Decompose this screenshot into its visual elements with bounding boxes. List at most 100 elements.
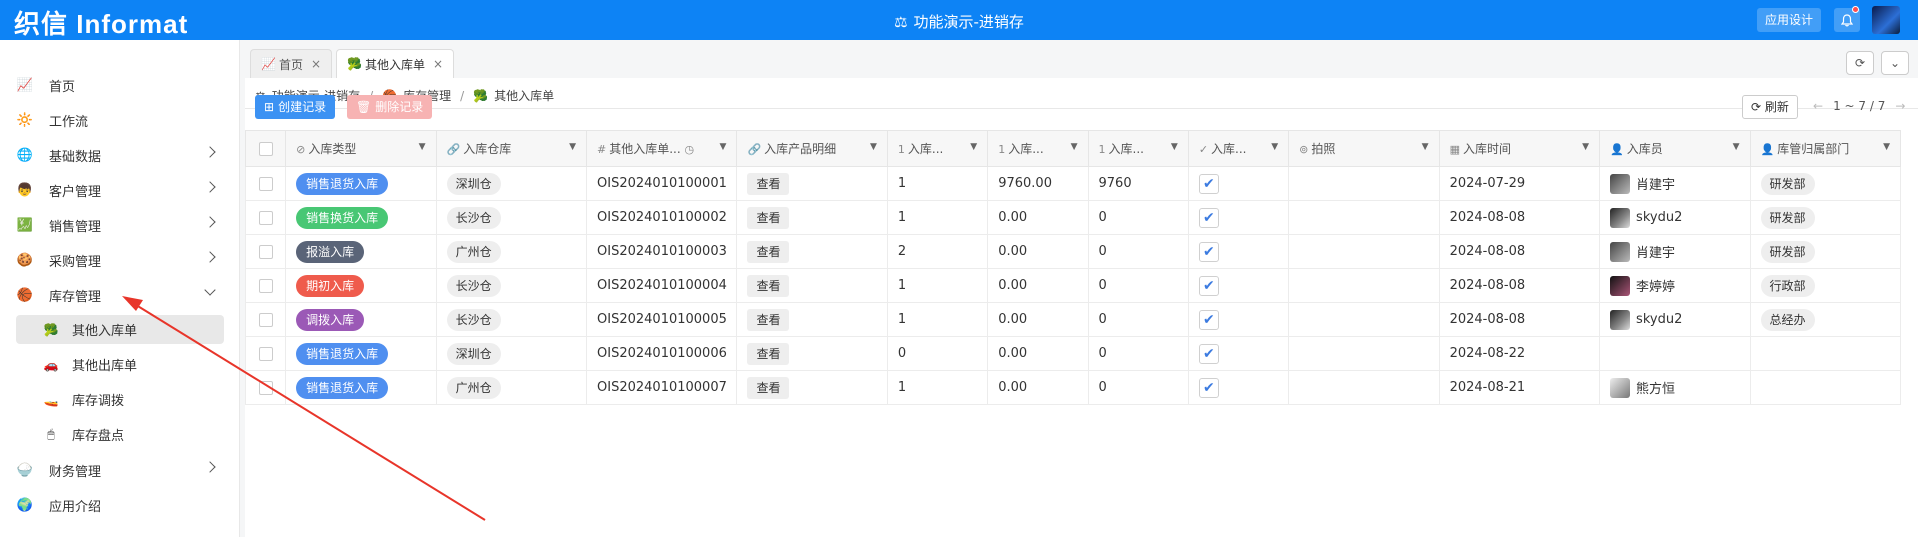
view-detail-button[interactable]: 查看: [747, 308, 790, 331]
row-checkbox-cell[interactable]: [244, 268, 287, 303]
tab-other-inbound[interactable]: 🥦 其他入库单 ×: [336, 49, 455, 78]
checkbox-checked[interactable]: ✔: [1198, 275, 1219, 296]
basketball-icon: 🏀: [16, 287, 34, 303]
sidebar-item-workflow[interactable]: 🔆 工作流: [14, 105, 224, 135]
avatar: [1610, 377, 1631, 398]
app-design-button[interactable]: 应用设计: [1757, 8, 1822, 32]
sidebar-item-label: 客户管理: [49, 184, 102, 200]
photo-cell: [1288, 336, 1440, 371]
amount-cell: 0.00: [987, 370, 1089, 405]
sidebar-subitem-transfer[interactable]: 🚤 库存调拨: [16, 385, 224, 414]
refresh-button[interactable]: ⟳ 刷新: [1742, 95, 1798, 119]
view-detail-button[interactable]: 查看: [747, 172, 790, 195]
column-header[interactable]: 🔗 入库仓库 ▼: [435, 130, 588, 167]
view-detail-button[interactable]: 查看: [747, 274, 790, 297]
view-detail-button[interactable]: 查看: [747, 240, 790, 263]
close-icon[interactable]: ×: [311, 57, 321, 71]
column-header[interactable]: 1 入库... ▼: [987, 130, 1089, 167]
column-header[interactable]: ▦ 入库时间 ▼: [1438, 130, 1601, 167]
sidebar-subitem-other-inbound[interactable]: 🥦 其他入库单: [16, 315, 224, 344]
notification-button[interactable]: [1834, 6, 1860, 32]
checkbox-checked[interactable]: ✔: [1198, 241, 1219, 262]
select-all-checkbox[interactable]: [258, 141, 273, 156]
row-checkbox-cell[interactable]: [244, 200, 287, 235]
delete-record-button[interactable]: 🗑 删除记录: [347, 95, 433, 119]
column-header[interactable]: 🔗 入库产品明细 ▼: [736, 130, 888, 167]
table-row[interactable]: 期初入库 长沙仓 OIS2024010100004 查看 1 0.00 0 ✔ 2024-08-…: [244, 268, 1901, 303]
column-header[interactable]: 1 入库... ▼: [886, 130, 989, 167]
sidebar-item-label: 工作流: [49, 114, 89, 130]
row-checkbox-cell[interactable]: [244, 166, 287, 201]
row-checkbox[interactable]: [258, 312, 273, 327]
row-checkbox-cell[interactable]: [244, 336, 287, 371]
create-record-button[interactable]: ⊞ 创建记录: [255, 95, 336, 119]
prev-page-icon[interactable]: ←: [1813, 99, 1823, 113]
checkbox-checked[interactable]: ✔: [1198, 343, 1219, 364]
row-checkbox[interactable]: [258, 176, 273, 191]
row-checkbox-cell[interactable]: [244, 370, 287, 405]
sidebar-item-home[interactable]: 📈 首页: [14, 70, 224, 100]
table-row[interactable]: 销售换货入库 长沙仓 OIS2024010100002 查看 1 0.00 0 ✔ 2024-0…: [244, 200, 1901, 235]
row-checkbox[interactable]: [258, 380, 273, 395]
tab-menu-button[interactable]: ⌄: [1881, 51, 1909, 75]
column-header[interactable]: ⊘ 入库类型 ▼: [285, 130, 437, 167]
row-checkbox[interactable]: [258, 210, 273, 225]
close-icon[interactable]: ×: [433, 57, 443, 71]
select-all-checkbox-cell[interactable]: [244, 130, 287, 167]
column-header[interactable]: ✓ 入库... ▼: [1187, 130, 1290, 167]
person-icon: 👦: [16, 182, 34, 198]
code-cell: OIS2024010100004: [586, 268, 738, 303]
row-checkbox[interactable]: [258, 244, 273, 259]
sort-caret-icon: ▼: [569, 142, 577, 152]
tab-label: 首页: [278, 57, 303, 72]
sort-caret-icon: ▼: [970, 142, 978, 152]
amount-cell: 0: [1087, 370, 1189, 405]
column-header[interactable]: 👤 库管归属部门 ▼: [1749, 130, 1901, 167]
sidebar-item-about[interactable]: 🌍 应用介绍: [14, 490, 224, 520]
checkbox-checked[interactable]: ✔: [1198, 309, 1219, 330]
table-row[interactable]: 销售退货入库 深圳仓 OIS2024010100001 查看 1 9760.00 9760 ✔…: [244, 166, 1901, 201]
sidebar-item-inventory[interactable]: 🏀 库存管理: [14, 280, 224, 310]
sidebar-item-customer[interactable]: 👦 客户管理: [14, 175, 224, 205]
row-checkbox[interactable]: [258, 346, 273, 361]
user-icon: 👤: [1760, 143, 1775, 156]
checkbox-checked[interactable]: ✔: [1198, 173, 1219, 194]
check-icon: ✓: [1198, 143, 1209, 156]
tab-home[interactable]: 📈 首页 ×: [250, 49, 333, 78]
table-row[interactable]: 调拨入库 长沙仓 OIS2024010100005 查看 1 0.00 0 ✔ 2024-08-…: [244, 302, 1901, 337]
checkbox-checked[interactable]: ✔: [1198, 207, 1219, 228]
column-header[interactable]: ⊚ 拍照 ▼: [1288, 130, 1440, 167]
dept-tag: 总经办: [1760, 308, 1815, 331]
column-header[interactable]: 1 入库... ▼: [1087, 130, 1189, 167]
user-avatar[interactable]: [1872, 6, 1900, 34]
table-row[interactable]: 销售退货入库 广州仓 OIS2024010100007 查看 1 0.00 0 ✔ 2024-0…: [244, 370, 1901, 405]
sidebar-item-sales[interactable]: 💹 销售管理: [14, 210, 224, 240]
row-checkbox[interactable]: [258, 278, 273, 293]
next-page-icon[interactable]: →: [1895, 99, 1905, 113]
sidebar-subitem-stocktake[interactable]: 🖱 库存盘点: [16, 420, 224, 449]
table-row[interactable]: 报溢入库 广州仓 OIS2024010100003 查看 2 0.00 0 ✔ 2024-08-…: [244, 234, 1901, 269]
view-detail-button[interactable]: 查看: [747, 206, 790, 229]
row-checkbox-cell[interactable]: [244, 302, 287, 337]
column-header[interactable]: 👤 入库员 ▼: [1599, 130, 1751, 167]
sidebar-subitem-other-outbound[interactable]: 🚗 其他出库单: [16, 350, 224, 379]
create-record-label: 创建记录: [278, 100, 327, 114]
dept-cell: 研发部: [1749, 200, 1901, 235]
amount-cell: 0.00: [987, 268, 1089, 303]
sidebar-item-basic-data[interactable]: 🌐 基础数据: [14, 140, 224, 170]
globe-icon: 🌍: [16, 497, 34, 513]
sort-caret-icon: ▼: [1732, 142, 1740, 152]
row-checkbox-cell[interactable]: [244, 234, 287, 269]
user-name: skydu2: [1636, 312, 1683, 327]
sidebar-item-purchase[interactable]: 🍪 采购管理: [14, 245, 224, 275]
warehouse-tag: 深圳仓: [446, 172, 501, 195]
sidebar-subitem-label: 其他出库单: [72, 359, 138, 374]
sidebar-item-label: 应用介绍: [49, 499, 102, 515]
reload-button[interactable]: ⟳: [1846, 51, 1874, 75]
view-detail-button[interactable]: 查看: [747, 342, 790, 365]
column-header[interactable]: # 其他入库单... ◷ ▼: [586, 130, 738, 167]
view-detail-button[interactable]: 查看: [747, 376, 790, 399]
table-row[interactable]: 销售退货入库 深圳仓 OIS2024010100006 查看 0 0.00 0 ✔ 2024-0…: [244, 336, 1901, 371]
sidebar-item-finance[interactable]: 🍚 财务管理: [14, 455, 224, 485]
checkbox-checked[interactable]: ✔: [1198, 377, 1219, 398]
